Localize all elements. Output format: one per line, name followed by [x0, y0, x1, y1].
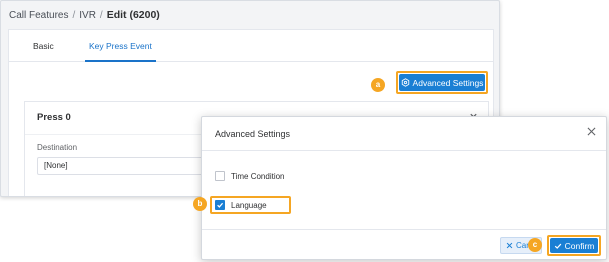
- dialog-footer-divider: [202, 229, 606, 230]
- breadcrumb: Call Features / IVR / Edit (6200): [9, 9, 160, 21]
- advanced-settings-dialog: Advanced Settings Time Condition b Langu…: [193, 116, 607, 260]
- gear-icon: [401, 78, 410, 87]
- dialog-header-divider: [202, 150, 606, 151]
- annotation-marker-c: c: [528, 238, 542, 252]
- time-condition-checkbox[interactable]: [215, 171, 225, 181]
- dialog-title: Advanced Settings: [215, 129, 291, 139]
- breadcrumb-item-call-features[interactable]: Call Features: [9, 10, 68, 21]
- time-condition-label: Time Condition: [231, 171, 285, 181]
- language-label: Language: [231, 200, 267, 210]
- breadcrumb-separator: /: [72, 10, 76, 21]
- annotation-marker-a: a: [371, 78, 385, 92]
- destination-label: Destination: [37, 143, 78, 152]
- annotation-marker-b: b: [193, 197, 207, 211]
- breadcrumb-current: Edit (6200): [106, 9, 160, 21]
- advanced-settings-highlight: Advanced Settings: [396, 71, 488, 94]
- close-icon[interactable]: [587, 126, 596, 138]
- confirm-highlight: Confirm: [547, 235, 601, 256]
- press-title: Press 0: [37, 112, 71, 123]
- confirm-button[interactable]: Confirm: [550, 238, 598, 253]
- check-icon: [217, 202, 224, 208]
- tab-key-press-event[interactable]: Key Press Event: [85, 30, 156, 62]
- check-icon: [554, 242, 562, 250]
- option-time-condition[interactable]: Time Condition: [215, 171, 285, 181]
- language-checkbox[interactable]: [215, 200, 225, 210]
- option-language[interactable]: Language: [215, 200, 267, 210]
- close-icon: [506, 242, 513, 249]
- tab-basic[interactable]: Basic: [29, 30, 58, 62]
- confirm-label: Confirm: [564, 240, 595, 251]
- advanced-settings-label: Advanced Settings: [412, 77, 484, 88]
- breadcrumb-separator: /: [99, 10, 103, 21]
- tab-bar: Basic Key Press Event: [9, 30, 493, 62]
- advanced-settings-button[interactable]: Advanced Settings: [399, 74, 485, 91]
- breadcrumb-item-ivr[interactable]: IVR: [79, 10, 96, 21]
